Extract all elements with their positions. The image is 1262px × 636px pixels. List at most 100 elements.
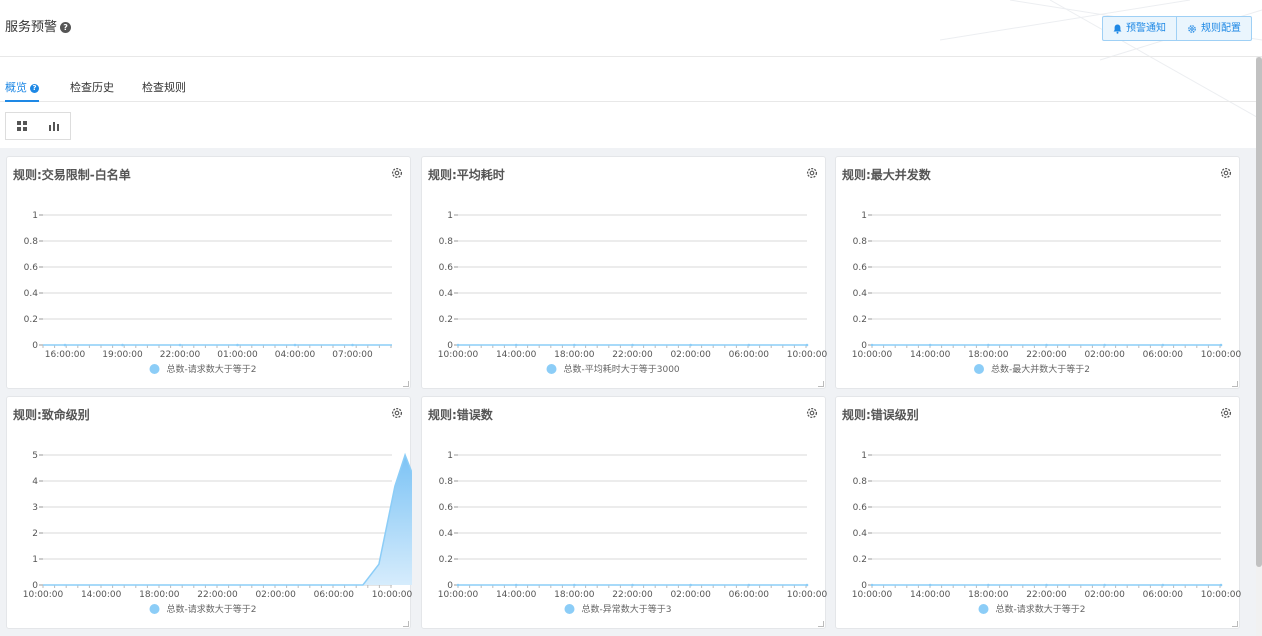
y-tick-label: 0.8 bbox=[853, 477, 868, 487]
help-icon[interactable]: ? bbox=[60, 22, 72, 33]
resize-handle[interactable] bbox=[818, 381, 824, 387]
page-scrollbar[interactable] bbox=[1256, 57, 1262, 636]
tab-help-icon[interactable]: ? bbox=[30, 84, 39, 93]
x-tick-label: 10:00:00 bbox=[852, 590, 893, 600]
page-header: 服务预警? 预警通知 规则配置 bbox=[0, 0, 1262, 57]
chart-canvas: 00.20.40.60.8110:00:00 14:00:00 18:00:00 22… bbox=[438, 211, 827, 375]
tab-check-history-label: 检查历史 bbox=[70, 81, 114, 94]
y-tick-label: 0.4 bbox=[853, 289, 868, 299]
header-actions: 预警通知 规则配置 bbox=[1102, 16, 1252, 41]
data-point bbox=[987, 583, 990, 587]
view-toggle bbox=[5, 112, 71, 140]
data-point bbox=[1103, 583, 1106, 587]
legend-label: 总数-请求数大于等于2 bbox=[996, 603, 1086, 615]
x-tick-label: 02:00:00 bbox=[1084, 590, 1125, 600]
y-tick-label: 0.6 bbox=[439, 263, 454, 273]
data-point bbox=[689, 343, 692, 347]
series-line bbox=[43, 452, 412, 586]
bar-chart-icon bbox=[49, 122, 59, 131]
data-point bbox=[236, 343, 239, 347]
x-tick-label: 06:00:00 bbox=[314, 590, 355, 600]
x-tick-label: 10:00:00 bbox=[1201, 590, 1241, 600]
resize-handle[interactable] bbox=[818, 621, 824, 627]
grid-view-button[interactable] bbox=[6, 113, 38, 139]
x-tick-label: 18:00:00 bbox=[554, 350, 595, 360]
resize-handle[interactable] bbox=[1232, 621, 1238, 627]
x-tick-label: 18:00:00 bbox=[968, 350, 1009, 360]
tab-check-history[interactable]: 检查历史 bbox=[70, 79, 114, 95]
y-tick-label: 0.4 bbox=[439, 529, 454, 539]
chart-view-button[interactable] bbox=[38, 113, 70, 139]
legend-label: 总数-平均耗时大于等于3000 bbox=[564, 363, 680, 375]
legend-marker bbox=[546, 364, 557, 374]
data-point bbox=[631, 583, 634, 587]
grid-icon bbox=[17, 121, 27, 131]
chart-panel-avg-time: 规则:平均耗时 0 0.2 0.4 0.6 0.8 1 10:00:00 14:00:00 18… bbox=[421, 156, 827, 389]
data-point bbox=[1045, 343, 1048, 347]
tab-overview[interactable]: 概览? bbox=[5, 79, 39, 102]
x-tick-label: 22:00:00 bbox=[1026, 350, 1067, 360]
tab-overview-label: 概览 bbox=[5, 81, 27, 94]
legend-label: 总数-最大并数大于等于2 bbox=[991, 363, 1090, 375]
chart-panel-error-count: 规则:错误数 0 0.2 0.4 0.6 0.8 1 10:00:00 14:00:00 18:… bbox=[421, 396, 827, 629]
x-tick-label: 02:00:00 bbox=[255, 590, 296, 600]
x-tick-label: 22:00:00 bbox=[612, 590, 653, 600]
panel-grid: 规则:交易限制-白名单 0 0.2 0.4 0.6 0.8 1 16:00:00 19:00:… bbox=[0, 148, 1256, 636]
x-tick-label: 14:00:00 bbox=[81, 590, 122, 600]
data-point bbox=[928, 343, 932, 347]
x-tick-label: 14:00:00 bbox=[910, 350, 951, 360]
x-tick-label: 01:00:00 bbox=[217, 350, 258, 360]
x-tick-label: 22:00:00 bbox=[1026, 590, 1067, 600]
data-point bbox=[1161, 583, 1165, 587]
x-tick-label: 07:00:00 bbox=[332, 350, 373, 360]
x-tick-label: 22:00:00 bbox=[197, 590, 238, 600]
x-tick-label: 06:00:00 bbox=[729, 350, 770, 360]
resize-handle[interactable] bbox=[403, 381, 409, 387]
resize-handle[interactable] bbox=[403, 621, 409, 627]
data-point bbox=[870, 583, 874, 587]
data-point bbox=[747, 583, 751, 587]
legend-marker bbox=[149, 604, 160, 614]
legend-label: 总数-异常数大于等于3 bbox=[582, 603, 672, 615]
chart-canvas: 00.20.40.60.8110:00:00 14:00:00 18:00:00 22… bbox=[438, 451, 827, 615]
data-point bbox=[928, 583, 932, 587]
y-tick-label: 0.2 bbox=[439, 315, 453, 325]
tab-check-rules[interactable]: 检查规则 bbox=[142, 79, 186, 95]
y-tick-label: 2 bbox=[32, 529, 38, 539]
data-point bbox=[805, 343, 809, 347]
data-point bbox=[689, 583, 692, 587]
y-tick-label: 5 bbox=[32, 451, 38, 461]
x-tick-label: 14:00:00 bbox=[496, 350, 537, 360]
x-tick-label: 10:00:00 bbox=[852, 350, 893, 360]
y-tick-label: 0.2 bbox=[853, 555, 867, 565]
alert-notify-label: 预警通知 bbox=[1126, 23, 1166, 34]
y-tick-label: 1 bbox=[32, 555, 38, 565]
data-point bbox=[514, 343, 518, 347]
scrollbar-thumb[interactable] bbox=[1256, 57, 1262, 567]
x-tick-label: 02:00:00 bbox=[670, 590, 711, 600]
rule-config-label: 规则配置 bbox=[1201, 23, 1241, 34]
x-tick-label: 10:00:00 bbox=[787, 590, 827, 600]
x-tick-label: 06:00:00 bbox=[1143, 590, 1184, 600]
x-tick-label: 14:00:00 bbox=[496, 590, 537, 600]
x-tick-label: 10:00:00 bbox=[1201, 350, 1241, 360]
x-tick-label: 18:00:00 bbox=[139, 590, 180, 600]
y-tick-label: 0.4 bbox=[24, 289, 39, 299]
y-tick-label: 0.8 bbox=[853, 237, 868, 247]
chart-panel-max-concurrency: 规则:最大并发数 0 0.2 0.4 0.6 0.8 1 10:00:00 14:00:00 1… bbox=[835, 156, 1241, 389]
x-tick-label: 16:00:00 bbox=[45, 350, 86, 360]
data-point bbox=[293, 343, 297, 347]
alert-notify-button[interactable]: 预警通知 bbox=[1103, 17, 1176, 40]
chart-canvas: 00.20.40.60.8110:00:00 14:00:00 18:00:00 22… bbox=[852, 451, 1241, 615]
legend-marker bbox=[564, 604, 575, 614]
chart-panel-whitelist: 规则:交易限制-白名单 0 0.2 0.4 0.6 0.8 1 16:00:00 19:00:… bbox=[6, 156, 411, 389]
x-tick-label: 10:00:00 bbox=[438, 350, 479, 360]
y-tick-label: 1 bbox=[861, 451, 867, 461]
data-point bbox=[456, 343, 460, 347]
data-point bbox=[121, 343, 124, 347]
x-tick-label: 22:00:00 bbox=[612, 350, 653, 360]
legend-label: 总数-请求数大于等于2 bbox=[167, 603, 257, 615]
rule-config-button[interactable]: 规则配置 bbox=[1176, 17, 1251, 40]
resize-handle[interactable] bbox=[1232, 381, 1238, 387]
data-point bbox=[631, 343, 634, 347]
